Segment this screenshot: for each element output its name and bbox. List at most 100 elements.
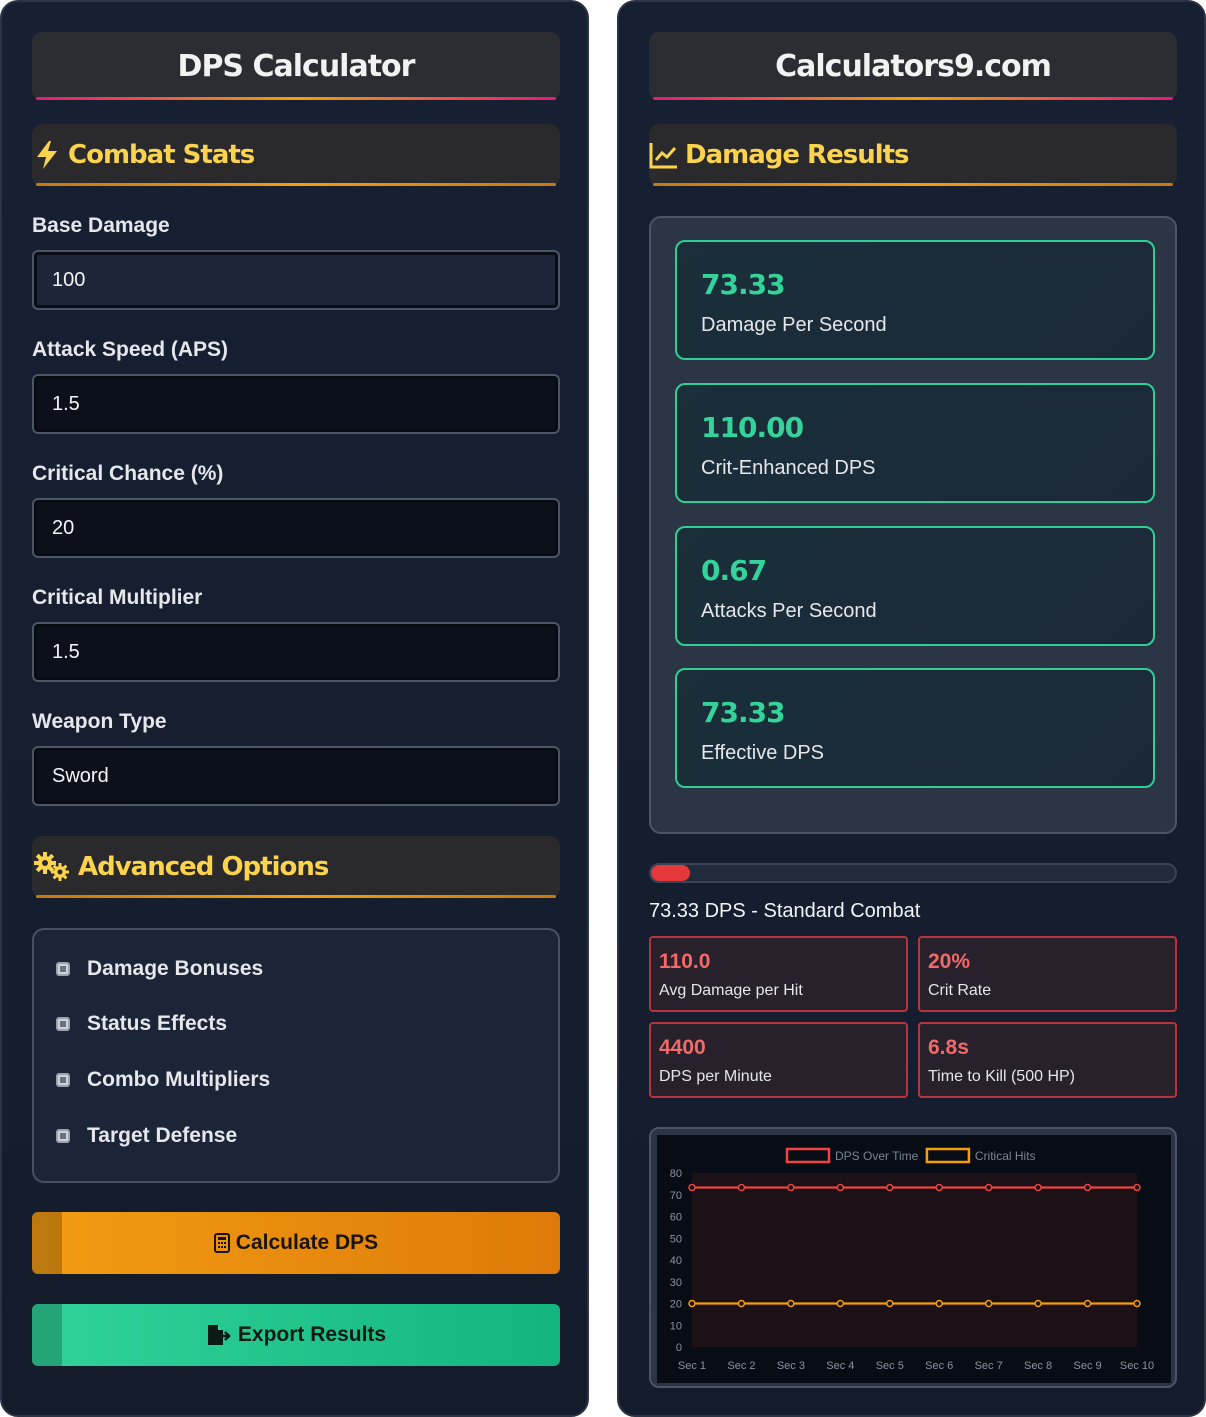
calculator-icon bbox=[213, 1233, 230, 1253]
chart-line-icon bbox=[649, 140, 679, 170]
dps-value: 73.33 bbox=[701, 268, 786, 301]
data-point bbox=[787, 1299, 795, 1308]
data-point bbox=[984, 1299, 993, 1308]
plot-area bbox=[692, 1173, 1137, 1347]
calculator-panel: DPS Calculator Combat Stats Base Damage … bbox=[0, 0, 589, 1417]
crit-dps-value: 110.00 bbox=[701, 411, 804, 444]
option-combo-multipliers[interactable]: Combo Multipliers bbox=[56, 1068, 270, 1092]
option-label: Status Effects bbox=[87, 1012, 228, 1035]
x-tick-label: Sec 7 bbox=[975, 1360, 1003, 1372]
option-status-effects[interactable]: Status Effects bbox=[56, 1012, 227, 1036]
combat-stats-header: Combat Stats bbox=[32, 124, 560, 186]
data-point bbox=[886, 1299, 894, 1308]
base-damage-input[interactable]: 100 bbox=[32, 250, 560, 310]
x-tick-label: Sec 1 bbox=[678, 1360, 706, 1372]
advanced-options-title: Advanced Options bbox=[78, 852, 329, 882]
data-point bbox=[688, 1299, 696, 1308]
damage-bonuses-checkbox[interactable] bbox=[56, 962, 70, 976]
y-tick-label: 80 bbox=[670, 1168, 682, 1180]
site-title: Calculators9.com bbox=[649, 32, 1177, 100]
data-point bbox=[886, 1183, 894, 1192]
combat-stats-title: Combat Stats bbox=[68, 140, 255, 170]
result-card: 0.67 Attacks Per Second bbox=[675, 526, 1155, 646]
damage-results-title: Damage Results bbox=[685, 140, 910, 170]
avg-damage-value: 110.0 bbox=[659, 950, 711, 973]
stat-card: 4400 DPS per Minute bbox=[649, 1022, 908, 1098]
aps-label: Attacks Per Second bbox=[701, 600, 877, 622]
results-list: 73.33 Damage Per Second 110.00 Crit-Enha… bbox=[649, 216, 1177, 834]
option-target-defense[interactable]: Target Defense bbox=[56, 1124, 237, 1148]
damage-results-header: Damage Results bbox=[649, 124, 1177, 186]
dps-chart-svg: 0 10 20 30 40 50 60 70 80 Sec 1 Sec 2 Sec 3 Sec 4 Sec… bbox=[657, 1135, 1171, 1383]
data-point bbox=[836, 1299, 845, 1308]
result-card: 110.00 Crit-Enhanced DPS bbox=[675, 383, 1155, 503]
time-to-kill-value: 6.8s bbox=[928, 1036, 969, 1059]
dps-progress-fill bbox=[651, 865, 691, 881]
data-point bbox=[1133, 1299, 1141, 1308]
data-point bbox=[984, 1183, 993, 1192]
results-panel: Calculators9.com Damage Results 73.33 Da… bbox=[617, 0, 1206, 1417]
legend-label: Critical Hits bbox=[975, 1149, 1036, 1163]
dps-chart: 0 10 20 30 40 50 60 70 80 Sec 1 Sec 2 Sec 3 Sec 4 Sec… bbox=[649, 1127, 1177, 1388]
result-card: 73.33 Damage Per Second bbox=[675, 240, 1155, 360]
dps-per-minute-label: DPS per Minute bbox=[659, 1068, 772, 1085]
dps-progress-bar bbox=[649, 863, 1177, 883]
stat-card: 6.8s Time to Kill (500 HP) bbox=[918, 1022, 1177, 1098]
data-point bbox=[935, 1299, 943, 1308]
y-tick-label: 50 bbox=[670, 1233, 682, 1245]
data-point bbox=[1133, 1183, 1141, 1192]
dps-label: Damage Per Second bbox=[701, 314, 887, 336]
y-tick-label: 0 bbox=[676, 1342, 682, 1354]
x-tick-label: Sec 3 bbox=[777, 1360, 805, 1372]
dps-per-minute-value: 4400 bbox=[659, 1036, 706, 1059]
data-point bbox=[787, 1183, 795, 1192]
legend-label: DPS Over Time bbox=[835, 1149, 919, 1163]
data-point bbox=[737, 1183, 746, 1192]
target-defense-checkbox[interactable] bbox=[56, 1129, 70, 1143]
critical-multiplier-input[interactable]: 1.5 bbox=[32, 622, 560, 682]
x-tick-label: Sec 8 bbox=[1024, 1360, 1052, 1372]
y-tick-label: 10 bbox=[670, 1320, 682, 1332]
gears-icon bbox=[32, 852, 72, 882]
effective-dps-value: 73.33 bbox=[701, 696, 786, 729]
y-tick-label: 40 bbox=[670, 1255, 682, 1267]
x-tick-label: Sec 9 bbox=[1073, 1360, 1101, 1372]
x-tick-label: Sec 10 bbox=[1120, 1360, 1154, 1372]
x-tick-label: Sec 4 bbox=[826, 1360, 854, 1372]
y-tick-label: 70 bbox=[670, 1190, 682, 1202]
file-export-icon bbox=[206, 1324, 232, 1346]
weapon-type-label: Weapon Type bbox=[32, 710, 167, 733]
x-tick-label: Sec 2 bbox=[727, 1360, 755, 1372]
critical-chance-input[interactable]: 20 bbox=[32, 498, 560, 558]
effective-dps-label: Effective DPS bbox=[701, 742, 825, 764]
critical-chance-label: Critical Chance (%) bbox=[32, 462, 224, 485]
stat-card: 110.0 Avg Damage per Hit bbox=[649, 936, 908, 1012]
advanced-options-header: Advanced Options bbox=[32, 836, 560, 898]
weapon-type-select[interactable]: Sword bbox=[32, 746, 560, 806]
x-tick-label: Sec 6 bbox=[925, 1360, 953, 1372]
crit-rate-label: Crit Rate bbox=[928, 982, 992, 999]
combo-multipliers-checkbox[interactable] bbox=[56, 1073, 70, 1087]
status-effects-checkbox[interactable] bbox=[56, 1017, 70, 1031]
time-to-kill-label: Time to Kill (500 HP) bbox=[928, 1068, 1075, 1085]
export-results-button[interactable]: Export Results bbox=[32, 1304, 560, 1366]
data-point bbox=[1034, 1183, 1042, 1192]
export-results-label: Export Results bbox=[237, 1323, 387, 1346]
attack-speed-input[interactable]: 1.5 bbox=[32, 374, 560, 434]
lightning-icon bbox=[32, 140, 62, 170]
aps-value: 0.67 bbox=[701, 554, 767, 587]
stat-card: 20% Crit Rate bbox=[918, 936, 1177, 1012]
calculate-dps-button[interactable]: Calculate DPS bbox=[32, 1212, 560, 1274]
y-tick-label: 60 bbox=[670, 1212, 682, 1224]
option-damage-bonuses[interactable]: Damage Bonuses bbox=[56, 957, 263, 981]
option-label: Damage Bonuses bbox=[87, 957, 264, 980]
y-tick-label: 30 bbox=[670, 1277, 682, 1289]
avg-damage-label: Avg Damage per Hit bbox=[659, 982, 803, 999]
option-label: Combo Multipliers bbox=[87, 1068, 271, 1091]
data-point bbox=[1034, 1299, 1042, 1308]
data-point bbox=[935, 1183, 943, 1192]
calculator-title: DPS Calculator bbox=[32, 32, 560, 100]
crit-rate-value: 20% bbox=[928, 950, 971, 973]
data-point bbox=[836, 1183, 845, 1192]
advanced-options-list: Damage Bonuses Status Effects Combo Mult… bbox=[32, 928, 560, 1183]
